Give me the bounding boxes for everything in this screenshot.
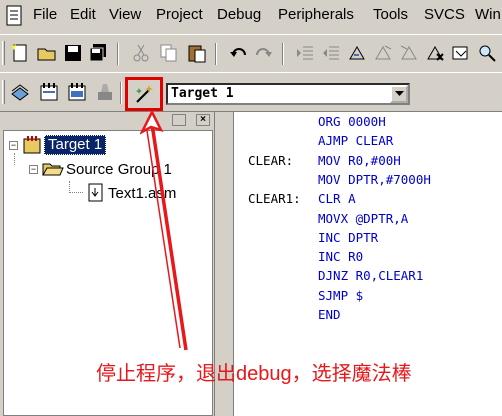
code-instruction: SJMP $ <box>318 287 364 303</box>
menu-peripherals[interactable]: Peripherals <box>278 6 354 23</box>
code-instruction: INC DPTR <box>318 229 379 245</box>
toolbar-separator <box>215 43 217 65</box>
build-toolbar: Target 1 <box>0 72 502 112</box>
annotation-text: 停止程序，退出debug，选择魔法棒 <box>96 363 412 385</box>
code-instruction: MOV R0,#00H <box>318 152 401 168</box>
translate-icon[interactable] <box>9 81 31 103</box>
outdent-icon[interactable] <box>320 42 342 64</box>
asm-file-icon <box>87 183 105 203</box>
code-instruction: AJMP CLEAR <box>318 133 394 149</box>
tree-line <box>69 181 83 193</box>
bookmark-clear-icon[interactable] <box>424 42 446 64</box>
code-line: MOV DPTR,#7000H <box>234 172 502 191</box>
code-instruction: MOV DPTR,#7000H <box>318 171 431 187</box>
menu-debug[interactable]: Debug <box>217 6 261 23</box>
undo-icon[interactable] <box>228 42 250 64</box>
collapse-icon[interactable]: − <box>9 141 18 150</box>
indent-icon[interactable] <box>294 42 316 64</box>
code-instruction: INC R0 <box>318 249 364 265</box>
code-instruction: ORG 0000H <box>318 114 386 129</box>
target-select-value: Target 1 <box>171 86 234 101</box>
app-document-icon <box>5 5 23 27</box>
collapse-icon[interactable]: − <box>29 165 38 174</box>
stop-build-icon[interactable] <box>94 81 116 103</box>
code-line: CLEAR: MOV R0,#00H <box>234 153 502 172</box>
magic-wand-options-icon[interactable] <box>134 82 156 104</box>
cut-icon[interactable] <box>130 42 152 64</box>
save-all-icon[interactable] <box>87 42 109 64</box>
find-icon[interactable] <box>450 42 472 64</box>
tree-item-target[interactable]: Target 1 <box>44 135 107 155</box>
rebuild-icon[interactable] <box>66 81 88 103</box>
code-line: MOVX @DPTR,A <box>234 211 502 230</box>
menu-bar: File Edit View Project Debug Peripherals… <box>0 0 502 33</box>
bookmark-next-icon[interactable] <box>372 42 394 64</box>
menu-file[interactable]: File <box>33 6 57 23</box>
save-icon[interactable] <box>62 42 84 64</box>
code-label: CLEAR1: <box>248 191 301 207</box>
toolbar-grip[interactable] <box>2 80 5 104</box>
tree-line <box>14 153 15 165</box>
new-file-icon[interactable] <box>9 42 31 64</box>
code-line: AJMP CLEAR <box>234 133 502 152</box>
copy-icon[interactable] <box>158 42 180 64</box>
code-instruction: END <box>318 307 341 322</box>
code-line: INC R0 <box>234 249 502 268</box>
target-root-icon <box>22 135 44 155</box>
code-instruction: MOVX @DPTR,A <box>318 210 409 226</box>
menu-view[interactable]: View <box>109 6 141 23</box>
code-line: DJNZ R0,CLEAR1 <box>234 268 502 287</box>
code-line: INC DPTR <box>234 230 502 249</box>
toolbar-separator <box>120 82 122 104</box>
open-folder-icon[interactable] <box>36 42 58 64</box>
paste-icon[interactable] <box>186 42 208 64</box>
toolbar-separator <box>282 43 284 65</box>
redo-icon[interactable] <box>252 42 274 64</box>
code-line: ORG 0000H <box>234 114 502 133</box>
code-label: CLEAR: <box>248 152 294 168</box>
code-instruction: CLR A <box>318 191 356 207</box>
annotation-arrow <box>140 110 188 351</box>
toolbar-separator <box>117 43 119 65</box>
target-select[interactable]: Target 1 <box>166 83 410 105</box>
build-icon[interactable] <box>38 81 60 103</box>
toolbar-grip[interactable] <box>2 41 5 65</box>
menu-edit[interactable]: Edit <box>70 6 96 23</box>
file-toolbar <box>0 34 502 71</box>
folder-open-icon <box>42 159 64 179</box>
menu-svcs[interactable]: SVCS <box>424 6 465 23</box>
code-instruction: DJNZ R0,CLEAR1 <box>318 268 424 284</box>
menu-tools[interactable]: Tools <box>373 6 408 23</box>
menu-project[interactable]: Project <box>156 6 203 23</box>
search-icon[interactable] <box>476 42 498 64</box>
chevron-down-icon[interactable] <box>390 85 408 103</box>
menu-window[interactable]: Win <box>475 6 501 23</box>
code-line: SJMP $ <box>234 288 502 307</box>
code-line: END <box>234 307 502 326</box>
bookmark-toggle-icon[interactable] <box>346 42 368 64</box>
code-line: CLEAR1: CLR A <box>234 191 502 210</box>
bookmark-prev-icon[interactable] <box>398 42 420 64</box>
